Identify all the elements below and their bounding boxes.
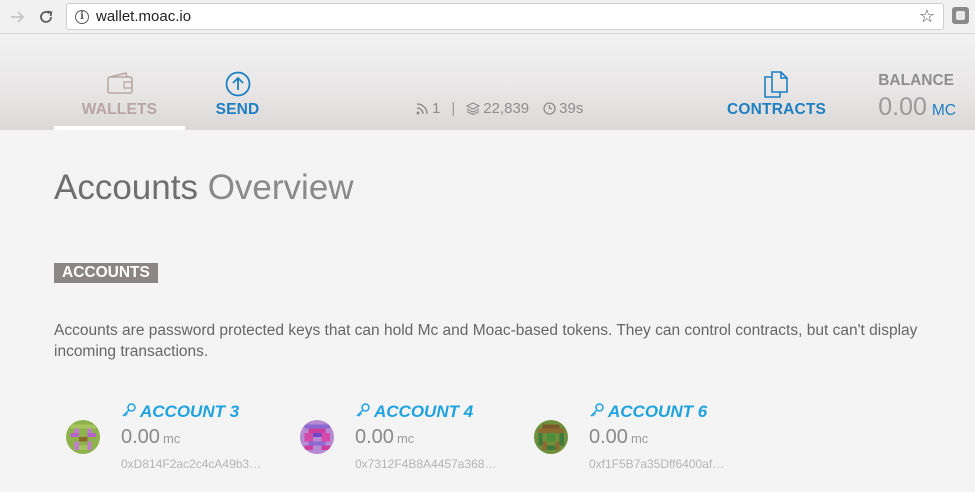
- key-icon: [122, 403, 136, 417]
- nav-contracts[interactable]: CONTRACTS: [727, 35, 827, 130]
- arrow-up-circle-icon: [225, 71, 250, 97]
- reload-button[interactable]: [35, 6, 57, 28]
- section-heading: ACCOUNTS: [54, 263, 158, 283]
- page-title-bold: Accounts: [54, 168, 198, 207]
- block-number: 22,839: [483, 99, 530, 117]
- account-identicon: [66, 420, 100, 454]
- nav-send-label: SEND: [215, 101, 260, 118]
- forward-button[interactable]: [7, 6, 29, 28]
- accounts-description: Accounts are password protected keys tha…: [54, 322, 918, 360]
- balance-unit[interactable]: MC: [932, 102, 956, 119]
- nav-wallets[interactable]: WALLETS: [54, 35, 185, 130]
- stats-divider: |: [451, 99, 456, 117]
- time-stat: 39s: [543, 100, 583, 117]
- account-address: 0xf1F5B7a35Dff6400af…: [589, 457, 725, 471]
- account-name-link[interactable]: ACCOUNT 3: [121, 402, 239, 422]
- account-card[interactable]: ACCOUNT 4 0.00 mc 0x7312F4B8A4457a368…: [288, 400, 518, 475]
- app-header: WALLETS SEND 1 | 22,839 39s CONTRACTS BA…: [0, 35, 975, 130]
- balance-amount: 0.00 MC: [878, 93, 956, 122]
- peers-stat: 1: [416, 100, 440, 117]
- total-balance: BALANCE 0.00 MC: [856, 35, 956, 130]
- balance-title: BALANCE: [878, 72, 954, 89]
- account-balance-value: 0.00: [121, 426, 160, 448]
- nav-contracts-label: CONTRACTS: [727, 101, 827, 118]
- account-balance: 0.00 mc: [589, 426, 648, 449]
- account-name: ACCOUNT 4: [374, 402, 474, 421]
- account-address: 0x7312F4B8A4457a368…: [355, 457, 497, 471]
- reload-icon: [40, 10, 53, 23]
- account-balance-value: 0.00: [589, 426, 628, 448]
- network-stats: 1 | 22,839 39s: [416, 99, 583, 117]
- account-identicon: [300, 420, 334, 454]
- clock-icon: [543, 101, 556, 115]
- arrow-right-icon: [11, 11, 25, 23]
- url-text[interactable]: wallet.moac.io: [96, 8, 191, 25]
- page-title-light: Overview: [207, 168, 354, 207]
- block-time: 39s: [559, 99, 584, 117]
- peers-count: 1: [432, 99, 441, 117]
- account-balance: 0.00 mc: [355, 426, 414, 449]
- balance-value: 0.00: [878, 93, 927, 121]
- account-name: ACCOUNT 6: [608, 402, 708, 421]
- rss-icon: [416, 102, 428, 114]
- documents-icon: [764, 71, 788, 98]
- account-address: 0xD814F2ac2c4cA49b3…: [121, 457, 262, 471]
- account-name-link[interactable]: ACCOUNT 6: [589, 402, 707, 422]
- account-balance-unit: mc: [630, 431, 649, 446]
- bookmark-star-icon[interactable]: ☆: [919, 6, 935, 27]
- main-content: Accounts Overview ACCOUNTS Accounts are …: [0, 130, 975, 492]
- account-card[interactable]: ACCOUNT 3 0.00 mc 0xD814F2ac2c4cA49b3…: [54, 400, 284, 475]
- account-balance-unit: mc: [162, 431, 181, 446]
- wallet-icon: [106, 72, 133, 94]
- browser-toolbar: i wallet.moac.io ☆: [0, 0, 975, 34]
- extension-icon[interactable]: [952, 7, 969, 24]
- nav-send[interactable]: SEND: [200, 35, 275, 130]
- layers-icon: [466, 101, 481, 115]
- account-card[interactable]: ACCOUNT 6 0.00 mc 0xf1F5B7a35Dff6400af…: [522, 400, 752, 475]
- account-name-link[interactable]: ACCOUNT 4: [355, 402, 473, 422]
- address-bar[interactable]: i wallet.moac.io ☆: [66, 3, 944, 30]
- info-icon[interactable]: i: [75, 10, 89, 24]
- block-stat: 22,839: [466, 100, 529, 117]
- nav-wallets-label: WALLETS: [81, 101, 158, 118]
- key-icon: [356, 403, 370, 417]
- page-title: Accounts Overview: [54, 168, 354, 208]
- account-balance: 0.00 mc: [121, 426, 180, 449]
- account-balance-value: 0.00: [355, 426, 394, 448]
- account-balance-unit: mc: [396, 431, 415, 446]
- account-identicon: [534, 420, 568, 454]
- account-name: ACCOUNT 3: [140, 402, 240, 421]
- key-icon: [590, 403, 604, 417]
